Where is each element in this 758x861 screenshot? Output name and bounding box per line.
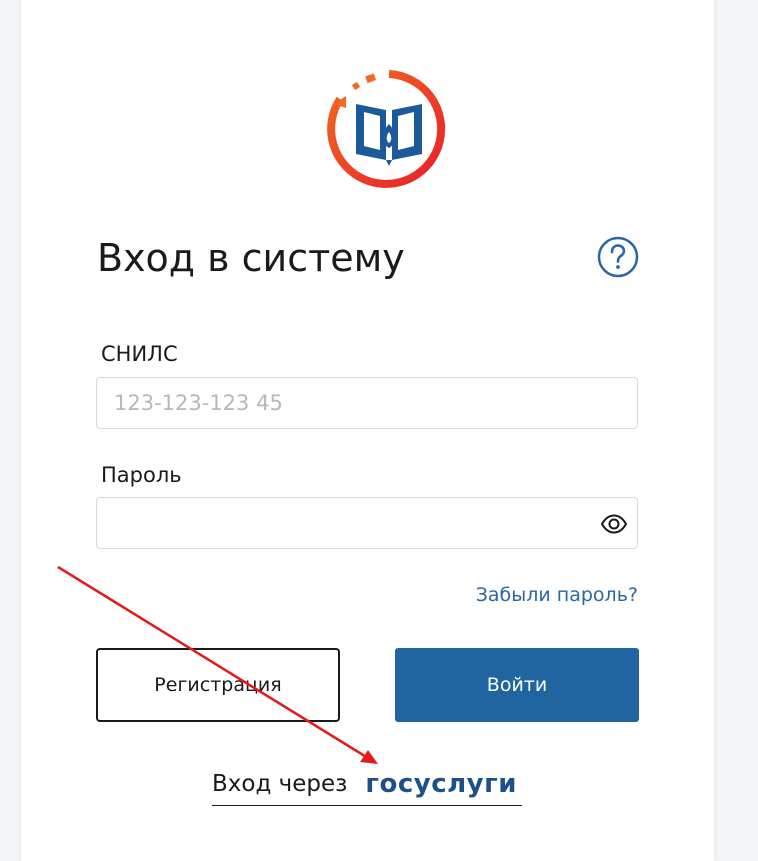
snils-field-wrapper [96,377,638,429]
eye-icon[interactable] [600,510,628,538]
snils-label: СНИЛС [101,342,178,366]
password-input[interactable] [97,498,637,548]
page-title: Вход в систему [97,236,405,280]
login-card: Вход в систему СНИЛС Пароль Забыли парол… [21,0,714,861]
book-logo-icon [327,70,446,188]
question-circle-icon[interactable] [597,236,639,278]
register-button[interactable]: Регистрация [96,648,340,722]
gosuslugi-logo: госуслуги [365,769,517,799]
login-button[interactable]: Войти [395,648,639,722]
snils-input[interactable] [97,378,637,428]
gosuslugi-login-link[interactable]: Вход через госуслуги [212,763,522,806]
password-field-wrapper [96,497,638,549]
gosuslugi-prefix: Вход через [212,771,348,797]
password-label: Пароль [101,463,182,487]
forgot-password-link[interactable]: Забыли пароль? [476,582,638,608]
